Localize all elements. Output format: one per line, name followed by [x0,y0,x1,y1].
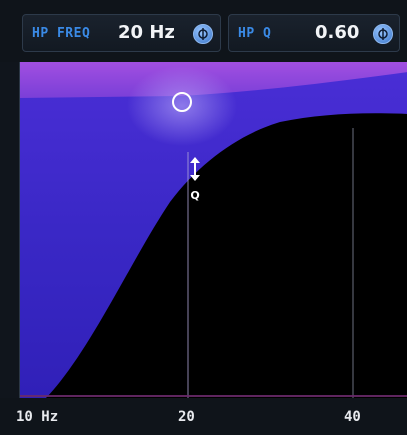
link-icon [198,28,208,40]
link-icon [378,28,388,40]
hp-q-label: HP Q [238,26,272,41]
handle-glow [127,66,237,146]
hp-freq-control[interactable]: HP FREQ 20 Hz [22,14,221,52]
parameter-bar: HP FREQ 20 Hz HP Q 0.60 [0,0,407,62]
hp-q-value[interactable]: 0.60 [315,22,359,43]
hp-freq-label: HP FREQ [32,26,91,41]
hp-q-control[interactable]: HP Q 0.60 [228,14,400,52]
q-handle-label: Q [190,189,199,202]
hp-freq-link-button[interactable] [193,24,213,44]
hp-freq-value[interactable]: 20 Hz [118,22,175,43]
hp-q-link-button[interactable] [373,24,393,44]
tick-label-10hz: 10 Hz [16,409,59,425]
tick-label-20: 20 [178,409,195,425]
tick-label-40: 40 [344,409,361,425]
filter-response-plot[interactable]: Q [19,62,407,398]
filter-curve-svg: Q [20,62,407,398]
